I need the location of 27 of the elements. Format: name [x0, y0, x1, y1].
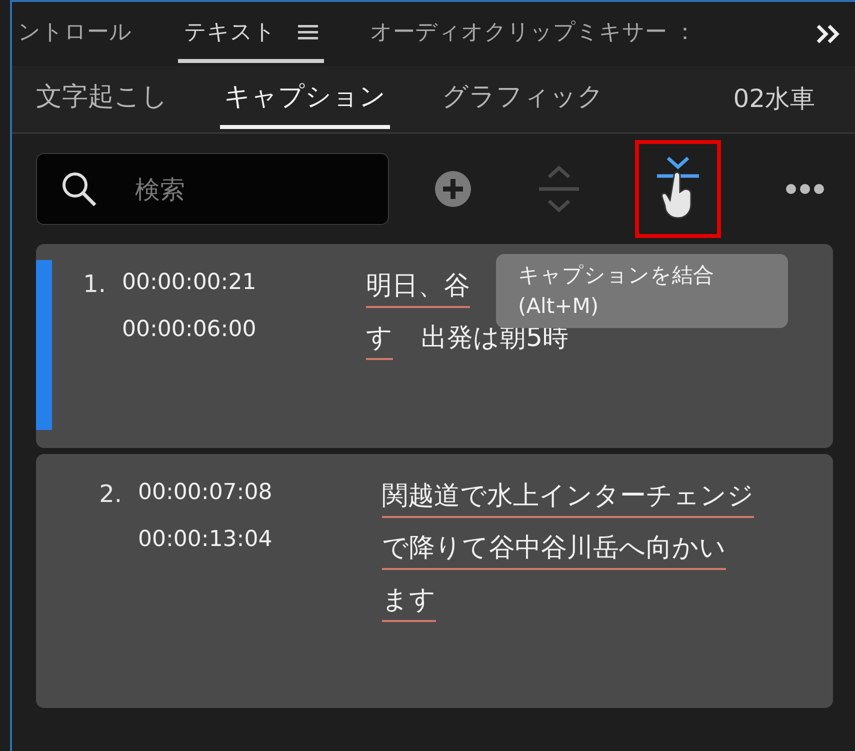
search-icon: [60, 170, 98, 208]
double-chevron-icon[interactable]: [815, 23, 841, 45]
caption-tab[interactable]: グラフィック: [438, 70, 608, 128]
caption-text[interactable]: 明日、谷: [366, 266, 470, 308]
panel-tab[interactable]: オーディオクリップミキサー ：: [364, 6, 702, 62]
start-time: 00:00:07:08: [138, 479, 274, 507]
tooltip-title: キャプションを結合: [518, 262, 715, 289]
end-time: 00:00:13:04: [138, 526, 274, 554]
panel-tab[interactable]: テキスト: [178, 6, 324, 62]
tooltip-shortcut: (Alt+M): [518, 293, 600, 320]
caption-number: 2.: [98, 479, 123, 510]
caption-text[interactable]: 関越道で水上インターチェンジ: [382, 476, 754, 518]
merge-button[interactable]: [635, 140, 721, 238]
menu-icon[interactable]: [298, 24, 318, 40]
caption-tab[interactable]: キャプション: [220, 70, 390, 128]
caption-text[interactable]: す: [366, 318, 393, 360]
end-time: 00:00:06:00: [122, 316, 258, 344]
caption-text[interactable]: で降りて谷中谷川岳へ向かい: [382, 528, 726, 570]
search-field[interactable]: 検索: [36, 153, 389, 225]
panel-tab[interactable]: ントロール: [12, 6, 138, 62]
start-time: 00:00:00:21: [122, 269, 258, 297]
more-icon[interactable]: [785, 183, 825, 195]
caption-number: 1.: [82, 269, 107, 300]
caption-tab[interactable]: 文字起こし: [32, 70, 172, 128]
sequence-name: 02水車: [733, 83, 815, 116]
caption-card[interactable]: 2. 00:00:07:08 00:00:13:04 関越道で水上インターチェンジ で降りて谷中谷川岳へ向かい ます: [36, 454, 833, 708]
caption-text[interactable]: ます: [382, 580, 436, 622]
